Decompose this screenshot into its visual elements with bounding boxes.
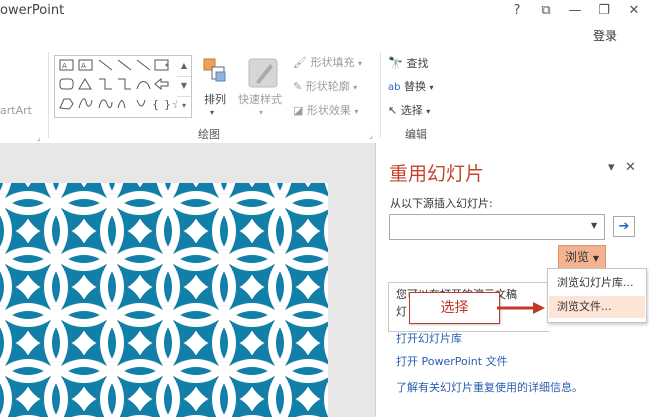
gallery-scroll[interactable]: ▲ ▼ ▾ — [177, 55, 192, 118]
pane-options-icon[interactable]: ▾ — [608, 160, 615, 175]
slide-thumbnail[interactable] — [0, 183, 328, 417]
shape-fill-button[interactable]: 🖌 形状填充 ▾ — [293, 54, 362, 72]
edit-group-label: 编辑 — [405, 128, 427, 141]
minimize-button[interactable]: — — [563, 2, 587, 20]
source-input[interactable] — [389, 214, 605, 240]
chevron-down-icon: ▾ — [354, 107, 359, 116]
pane-title: 重用幻灯片 — [389, 163, 485, 185]
learn-more-link[interactable]: 了解有关幻灯片重复使用的详细信息。 — [396, 379, 583, 395]
ribbon-display-button[interactable]: ⧉ — [534, 2, 558, 20]
quick-styles-button[interactable]: 快速样式 — [238, 91, 282, 107]
paint-bucket-icon: 🖌 — [293, 56, 307, 69]
quick-styles-icon — [248, 58, 280, 92]
chevron-down-icon: ▾ — [357, 59, 362, 68]
svg-text:A: A — [62, 62, 67, 70]
open-library-link[interactable]: 打开幻灯片库 — [396, 330, 462, 346]
effects-icon: ◪ — [293, 104, 304, 117]
title-bar: owerPoint ? ⧉ — ❐ ✕ — [0, 0, 649, 24]
arrange-button[interactable]: 排列 — [204, 91, 226, 107]
browse-button[interactable]: 浏览 ▼ — [558, 245, 606, 269]
browse-file-item[interactable]: 浏览文件... — [549, 296, 645, 318]
select-button[interactable]: ↖ 选择 ▾ — [388, 102, 430, 120]
pen-icon: ✎ — [293, 80, 303, 93]
info-line-2: 灯 — [396, 305, 407, 318]
shape-outline-button[interactable]: ✎ 形状轮廓 ▾ — [293, 78, 357, 96]
browse-menu: 浏览幻灯片库... 浏览文件... — [547, 268, 647, 323]
shapes-grid-icon: A A { } ☆ — [59, 59, 182, 111]
chevron-down-icon: ▾ — [353, 83, 358, 92]
quick-styles-dropdown-icon[interactable]: ▾ — [259, 108, 263, 117]
open-ppt-link[interactable]: 打开 PowerPoint 文件 — [396, 353, 508, 369]
binoculars-icon: 🔭 — [388, 56, 403, 70]
chevron-down-icon: ▾ — [429, 83, 434, 92]
replace-button[interactable]: ab 替换 ▾ — [388, 78, 434, 96]
chevron-down-icon: ▾ — [426, 107, 431, 116]
scroll-up-icon[interactable]: ▲ — [177, 56, 191, 77]
login-link[interactable]: 登录 — [593, 27, 617, 44]
shapes-gallery[interactable]: A A { } ☆ — [54, 55, 182, 118]
svg-text:A: A — [81, 62, 86, 70]
svg-text:}: } — [164, 98, 171, 111]
arrange-dropdown-icon[interactable]: ▾ — [210, 108, 214, 117]
close-button[interactable]: ✕ — [622, 2, 646, 20]
arrange-icon — [203, 58, 227, 88]
arrow-right-icon: ➔ — [618, 219, 630, 234]
group-divider — [380, 52, 381, 138]
group-divider — [48, 52, 49, 138]
annotation-callout: 选择 — [409, 292, 500, 324]
circle-pattern-image — [0, 183, 328, 417]
cursor-arrow-icon: ↖ — [388, 104, 398, 117]
pane-close-icon[interactable]: ✕ — [625, 160, 636, 175]
find-button[interactable]: 🔭 查找 — [388, 54, 428, 72]
shape-effects-button[interactable]: ◪ 形状效果 ▾ — [293, 102, 358, 120]
source-label: 从以下源插入幻灯片: — [390, 197, 493, 210]
maximize-button[interactable]: ❐ — [592, 2, 616, 20]
go-arrow-button[interactable]: ➔ — [613, 216, 635, 237]
app-title: owerPoint — [0, 3, 65, 18]
gallery-more-icon[interactable]: ▾ — [177, 96, 191, 116]
chevron-down-icon: ▼ — [592, 254, 599, 263]
draw-group-label: 绘图 — [198, 128, 220, 141]
help-button[interactable]: ? — [505, 2, 529, 20]
replace-icon: ab — [388, 82, 401, 93]
smartart-label: artArt — [0, 104, 32, 117]
svg-text:{: { — [152, 98, 159, 111]
annotation-arrow-icon — [497, 302, 545, 314]
source-dropdown-icon[interactable]: ▼ — [591, 221, 597, 230]
dialog-launcher-icon[interactable]: ⌟ — [37, 133, 41, 142]
scroll-down-icon[interactable]: ▼ — [177, 76, 191, 97]
browse-library-item[interactable]: 浏览幻灯片库... — [549, 272, 645, 294]
draw-dialog-launcher-icon[interactable]: ⌟ — [369, 131, 373, 140]
